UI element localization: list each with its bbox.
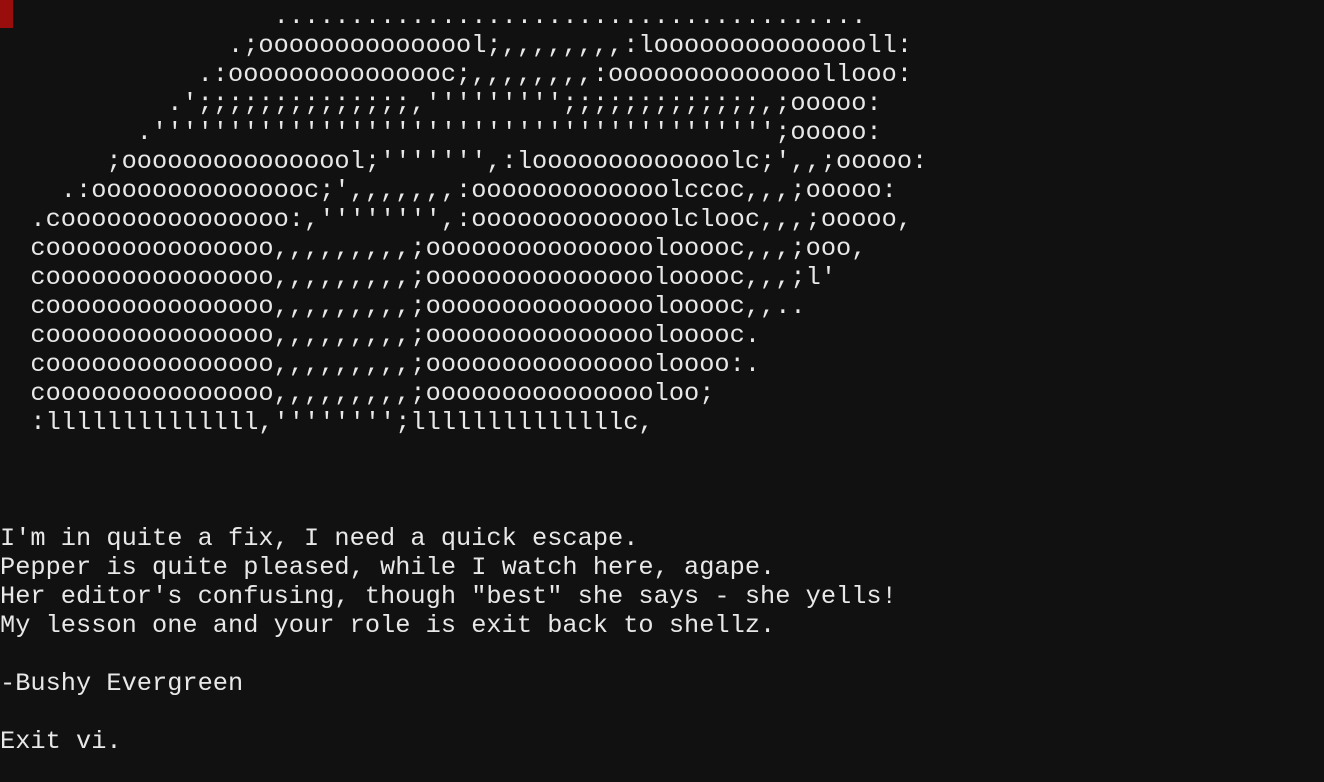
poem-signature: -Bushy Evergreen [0,669,244,698]
poem-line: My lesson one and your role is exit back… [0,611,776,640]
ascii-art-line: .'''''''''''''''''''''''''''''''''''''''… [0,118,882,147]
ascii-art-line: .;ooooooooooooool;,,,,,,,,:loooooooooooo… [0,31,913,60]
ascii-art-line: cooooooooooooooo,,,,,,,,,;oooooooooooooo… [0,350,761,379]
poem-line: Pepper is quite pleased, while I watch h… [0,553,776,582]
ascii-art-line: cooooooooooooooo,,,,,,,,,;oooooooooooooo… [0,379,715,408]
poem-line: I'm in quite a fix, I need a quick escap… [0,524,639,553]
ascii-art-line: cooooooooooooooo,,,,,,,,,;oooooooooooooo… [0,292,806,321]
ascii-art-line: cooooooooooooooo,,,,,,,,,;oooooooooooooo… [0,263,837,292]
ascii-art-line: .:ooooooooooooooc;,,,,,,,,:ooooooooooooo… [0,60,913,89]
task-instruction: Exit vi. [0,727,122,756]
ascii-art-line: .';;;;;;;;;;;;;;,''''''''';;;;;;;;;;;;;,… [0,89,882,118]
ascii-art-line: cooooooooooooooo,,,,,,,,,;oooooooooooooo… [0,321,761,350]
poem-line: Her editor's confusing, though "best" sh… [0,582,897,611]
ascii-art-line: .:ooooooooooooooc;',,,,,,,:ooooooooooooo… [0,176,897,205]
ascii-art-line: .cooooooooooooooo:,'''''''',:ooooooooooo… [0,205,913,234]
ascii-art-line: cooooooooooooooo,,,,,,,,,;oooooooooooooo… [0,234,867,263]
ascii-art-line: ....................................... [0,2,867,31]
ascii-art-line: :llllllllllllll,'''''''';llllllllllllllc… [0,408,654,437]
terminal-window[interactable]: ....................................... … [0,0,1324,782]
ascii-art-line: ;oooooooooooooool;''''''',:loooooooooooo… [0,147,928,176]
